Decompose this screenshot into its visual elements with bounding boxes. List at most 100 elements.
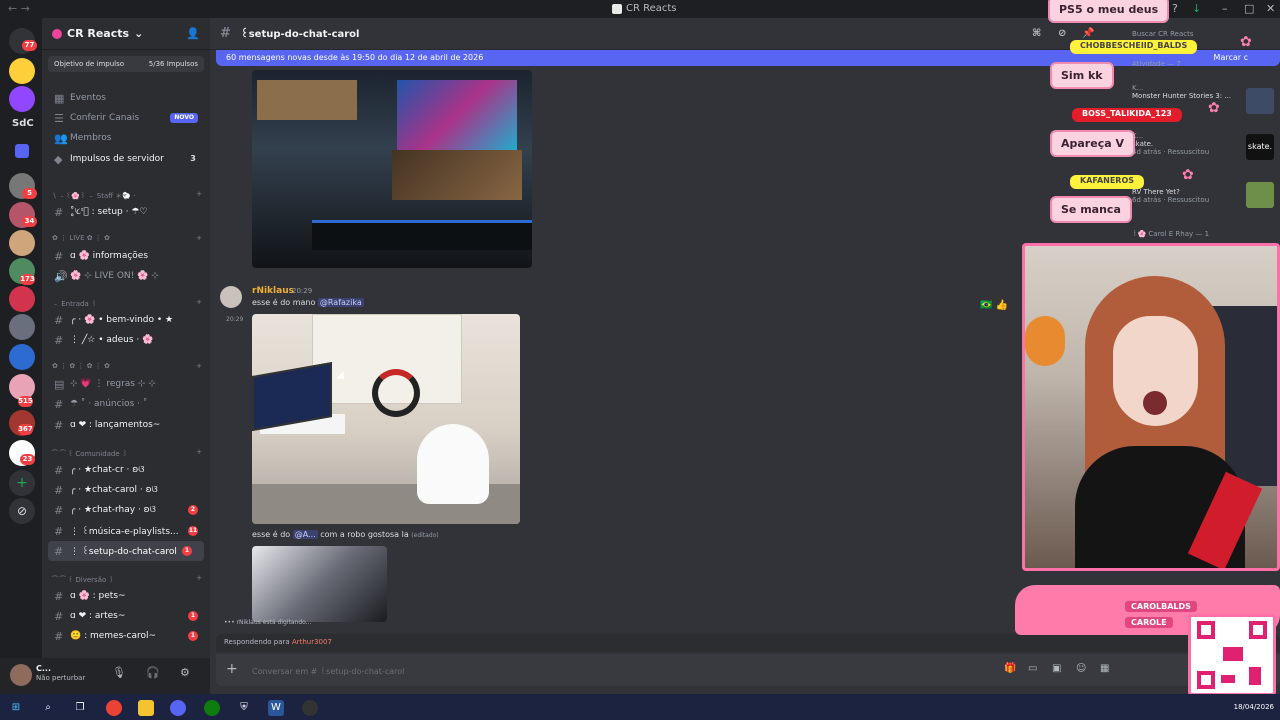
mute-icon[interactable]: ⊘ [1058, 28, 1066, 39]
channel-live-on[interactable]: 🔊 🌸 ⊹ LIVE ON! 🌸 ⊹ [42, 266, 210, 286]
server-icon[interactable] [9, 58, 35, 84]
pin-icon[interactable]: 📌 [1082, 28, 1094, 39]
message-body: esse é do [252, 530, 293, 539]
qr-module [1221, 675, 1235, 683]
headphones-icon[interactable]: 🎧 [146, 666, 160, 679]
taskbar-date: 18/04/2026 [1233, 703, 1274, 711]
social-handle: CAROLBALDS [1125, 601, 1197, 612]
image-attachment-small[interactable] [252, 546, 387, 622]
xbox-icon[interactable] [204, 700, 220, 716]
add-server-icon[interactable]: + [9, 470, 35, 496]
typing-indicator: ••• rNiklaus está digitando... [224, 619, 312, 626]
gear-icon[interactable]: ⚙ [180, 666, 190, 679]
unread-badge: 515 [18, 396, 33, 407]
speaker-icon: 🔊 [54, 269, 68, 283]
channel-chat-carol[interactable]: # ╭ · ★chat-carol · ʚଓ [42, 480, 210, 500]
message-text: esse é do mano @Rafazika [252, 298, 364, 307]
channel-memes-carol[interactable]: # 🙂 : memes-carol~ 1 [42, 626, 210, 646]
channel-adeus[interactable]: # ⋮ ╱☆ • adeus · 🌸 [42, 330, 210, 350]
server-folder-icon[interactable] [15, 144, 29, 158]
channel-name: ☂ ˚ · anúncios · ˚ [70, 399, 148, 409]
invite-people-icon[interactable]: 👤 [186, 27, 200, 40]
hash-icon: # [220, 26, 231, 41]
game-thumbnail [1246, 182, 1274, 208]
message-composer[interactable]: + Conversar em # ꒰setup-do-chat-carol 🎁 … [216, 654, 1280, 686]
channel-setup[interactable]: # ˳̊ᵎ૮ᶦ᪲ : setup · ☂♡ [42, 202, 210, 222]
word-icon[interactable]: W [268, 700, 284, 716]
image-detail-shelf [257, 80, 357, 120]
channel-name: ˳̊ᵎ૮ᶦ᪲ : setup · ☂♡ [70, 207, 148, 217]
channel-name: ╭ · ★chat-rhay · ʚଓ [70, 505, 156, 515]
qr-module [1223, 647, 1243, 661]
menu-browse-channels[interactable]: ☰ Conferir Canais NOVO [42, 108, 210, 128]
message-input[interactable]: Conversar em # ꒰setup-do-chat-carol [252, 665, 404, 676]
calendar-icon: ▦ [54, 91, 65, 105]
channel-chat-cr[interactable]: # ╭ · ★chat-cr · ʚଓ [42, 460, 210, 480]
discord-icon[interactable] [170, 700, 186, 716]
flower-icon: ✿ [1208, 100, 1220, 116]
back-forward-icon[interactable]: ← → [8, 2, 30, 15]
menu-server-boosts[interactable]: ◆ Impulsos de servidor 3 [42, 149, 210, 169]
hash-icon: # [54, 397, 64, 411]
server-sdc[interactable]: SdC [12, 118, 34, 129]
channel-regras[interactable]: ▤ ⊹ 💗 ⋮ regras ⊹ ⊹ [42, 374, 210, 394]
user-mention[interactable]: @A... [292, 530, 318, 539]
game-thumbnail: skate. [1246, 134, 1274, 160]
avatar[interactable] [220, 286, 242, 308]
message-author[interactable]: rNiklaus [252, 286, 294, 296]
image-attachment-setup[interactable] [252, 70, 532, 268]
channel-lancamentos[interactable]: # ɑ ❤ : lançamentos~ [42, 415, 210, 435]
task-view-icon[interactable]: ❐ [72, 700, 88, 716]
windows-start-icon[interactable]: ⊞ [8, 700, 24, 716]
server-icon[interactable] [9, 314, 35, 340]
window-title-text: CR Reacts [626, 3, 677, 14]
maximize-button[interactable]: □ [1244, 2, 1254, 15]
apps-icon[interactable]: ▦ [1100, 663, 1109, 674]
boost-goal-bar[interactable]: Objetivo de impulso 5/36 Impulsos [48, 56, 204, 72]
microphone-icon[interactable]: 🎙 [112, 666, 126, 679]
minimize-button[interactable]: – [1222, 2, 1228, 15]
menu-events[interactable]: ▦ Eventos [42, 88, 210, 108]
channel-artes[interactable]: # ɑ ❤ : artes~ 1 [42, 606, 210, 626]
server-avatar-icon [52, 28, 62, 39]
taskbar: ⊞ ⌕ ❐ ⛨ W 18/04/2026 [0, 694, 1280, 720]
hash-icon: # [54, 463, 64, 477]
server-icon[interactable] [9, 230, 35, 256]
channel-informacoes[interactable]: # ɑ 🌸 informações [42, 246, 210, 266]
hash-icon: # [54, 483, 64, 497]
close-button[interactable]: ✕ [1266, 2, 1275, 15]
gif-icon[interactable]: ▭ [1028, 663, 1037, 674]
reply-user[interactable]: Arthur3007 [292, 638, 332, 646]
sticker-icon[interactable]: ▣ [1052, 663, 1061, 674]
gift-icon[interactable]: 🎁 [1004, 663, 1016, 674]
image-attachment-bathroom[interactable] [252, 314, 520, 524]
search-icon[interactable]: ⌕ [40, 700, 56, 716]
reaction-bar[interactable]: 🇧🇷 👍 [980, 300, 1008, 311]
channel-anuncios[interactable]: # ☂ ˚ · anúncios · ˚ [42, 394, 210, 414]
message-text: esse é do @A... com a robo gostosa la (e… [252, 530, 439, 539]
add-attachment-button[interactable]: + [226, 661, 238, 677]
channel-musica[interactable]: # ⋮ ꒰música-e-playlists... 11 [42, 521, 210, 541]
threads-icon[interactable]: ⌘ [1032, 28, 1041, 39]
file-explorer-icon[interactable] [138, 700, 154, 716]
user-panel: C... Não perturbar 🎙 🎧 ⚙ [0, 658, 210, 694]
server-header[interactable]: CR Reacts ⌄ 👤 [42, 18, 210, 50]
help-icon[interactable]: ? [1172, 2, 1178, 15]
shield-icon[interactable]: ⛨ [236, 700, 252, 716]
server-icon[interactable] [9, 344, 35, 370]
channel-pets[interactable]: # ɑ 🌸 : pets~ [42, 586, 210, 606]
channel-chat-rhay[interactable]: # ╭ · ★chat-rhay · ʚଓ 2 [42, 500, 210, 520]
emoji-icon[interactable]: ☺ [1076, 663, 1086, 674]
channel-bem-vindo[interactable]: # ╭ · 🌸 • bem-vindo • ★ [42, 310, 210, 330]
chrome-icon[interactable] [106, 700, 122, 716]
channel-setup-do-chat-carol[interactable]: # ⋮ ꒰setup-do-chat-carol 1 [48, 541, 204, 561]
discover-icon[interactable]: ⊘ [9, 498, 35, 524]
server-icon[interactable] [9, 286, 35, 312]
menu-members[interactable]: 👥 Membros [42, 128, 210, 148]
twitch-server-icon[interactable] [9, 86, 35, 112]
overlay-user-tag: KAFANEROS [1070, 175, 1145, 189]
download-icon[interactable]: ↓ [1192, 2, 1201, 15]
user-mention[interactable]: @Rafazika [317, 298, 364, 307]
obs-icon[interactable] [302, 700, 318, 716]
avatar[interactable] [10, 664, 32, 686]
